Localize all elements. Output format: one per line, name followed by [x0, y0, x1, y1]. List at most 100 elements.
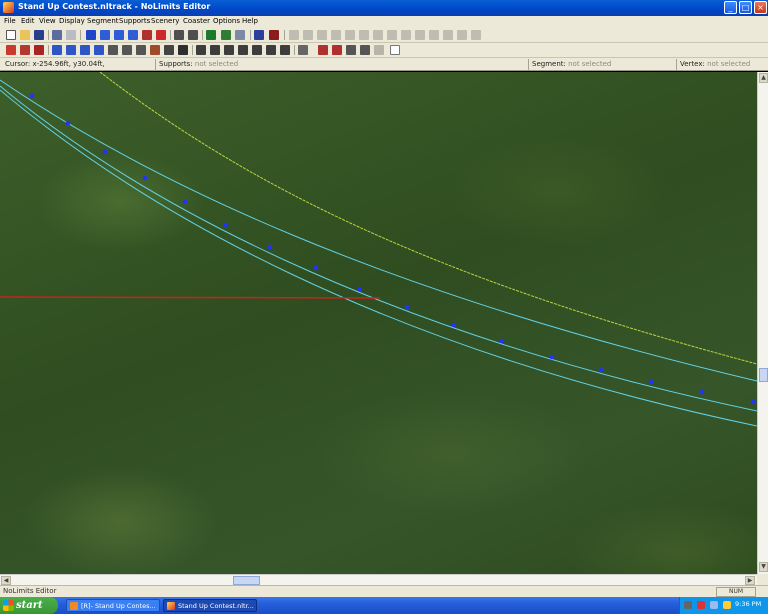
- support-beam-icon[interactable]: [210, 45, 220, 55]
- view-3d-icon[interactable]: [235, 30, 245, 40]
- roll-icon[interactable]: [108, 45, 118, 55]
- clock[interactable]: 9:36 PM: [735, 600, 761, 608]
- track-node[interactable]: [549, 354, 555, 360]
- menu-view[interactable]: View: [39, 17, 56, 25]
- tool-g-icon[interactable]: [390, 45, 400, 55]
- curve-track-icon[interactable]: [100, 30, 110, 40]
- menu-scenery[interactable]: Scenery: [151, 17, 179, 25]
- tool-d-icon[interactable]: [346, 45, 356, 55]
- support-tool-8-icon[interactable]: [387, 30, 397, 40]
- support-tool-11-icon[interactable]: [429, 30, 439, 40]
- support-tool-9-icon[interactable]: [401, 30, 411, 40]
- network-icon[interactable]: [723, 601, 731, 609]
- support-tool-4-icon[interactable]: [331, 30, 341, 40]
- scroll-up-icon[interactable]: ▲: [759, 73, 768, 83]
- track-node[interactable]: [29, 93, 35, 99]
- vertical-scroll-thumb[interactable]: [759, 368, 768, 382]
- menu-segment[interactable]: Segment: [87, 17, 119, 25]
- taskbar-item-browser[interactable]: [R]- Stand Up Contes...: [66, 599, 160, 612]
- track-node[interactable]: [404, 304, 410, 310]
- vertex-icon[interactable]: [150, 45, 160, 55]
- open-folder-icon[interactable]: [20, 30, 30, 40]
- support-rail-icon[interactable]: [280, 45, 290, 55]
- segment-edit-3-icon[interactable]: [80, 45, 90, 55]
- track-node[interactable]: [648, 379, 654, 385]
- volume-icon[interactable]: [710, 601, 718, 609]
- menu-edit[interactable]: Edit: [21, 17, 35, 25]
- redo-icon[interactable]: [66, 30, 76, 40]
- track-node[interactable]: [65, 120, 71, 126]
- segment-edit-1-icon[interactable]: [52, 45, 62, 55]
- track-node[interactable]: [313, 265, 319, 271]
- track-node[interactable]: [223, 222, 229, 228]
- segment-edit-2-icon[interactable]: [66, 45, 76, 55]
- title-bar[interactable]: Stand Up Contest.nltrack - NoLimits Edit…: [0, 0, 768, 16]
- tray-icon[interactable]: [684, 601, 692, 609]
- join-icon[interactable]: [188, 30, 198, 40]
- pitch-icon[interactable]: [122, 45, 132, 55]
- support-connect-icon[interactable]: [238, 45, 248, 55]
- segment-edit-4-icon[interactable]: [94, 45, 104, 55]
- station-icon[interactable]: [142, 30, 152, 40]
- valley-track-icon[interactable]: [114, 30, 124, 40]
- hill-track-icon[interactable]: [128, 30, 138, 40]
- save-disk-icon[interactable]: [34, 30, 44, 40]
- track-node[interactable]: [750, 399, 756, 405]
- track-node[interactable]: [357, 286, 363, 292]
- grid-icon[interactable]: [221, 30, 231, 40]
- menu-options[interactable]: Options: [213, 17, 240, 25]
- scroll-left-icon[interactable]: ◀: [1, 576, 11, 585]
- support-tool-5-icon[interactable]: [345, 30, 355, 40]
- tool-f-icon[interactable]: [374, 45, 384, 55]
- scissors-icon[interactable]: [178, 45, 188, 55]
- track-view[interactable]: [0, 72, 757, 574]
- brake-icon[interactable]: [20, 45, 30, 55]
- maximize-button[interactable]: □: [739, 1, 752, 14]
- coaster-car-icon[interactable]: [6, 45, 16, 55]
- vertical-scrollbar[interactable]: ▲ ▼: [757, 72, 768, 574]
- track-node[interactable]: [499, 338, 505, 344]
- track-node[interactable]: [102, 149, 108, 155]
- menu-help[interactable]: Help: [242, 17, 258, 25]
- support-tool-7-icon[interactable]: [373, 30, 383, 40]
- menu-display[interactable]: Display: [59, 17, 85, 25]
- menu-file[interactable]: File: [4, 17, 16, 25]
- tool-b-icon[interactable]: [318, 45, 328, 55]
- track-node[interactable]: [451, 322, 457, 328]
- scroll-down-icon[interactable]: ▼: [759, 562, 768, 572]
- support-tool-10-icon[interactable]: [415, 30, 425, 40]
- track-node[interactable]: [699, 389, 705, 395]
- split-icon[interactable]: [174, 30, 184, 40]
- play-test-icon[interactable]: [269, 30, 279, 40]
- support-free-icon[interactable]: [252, 45, 262, 55]
- tool-e-icon[interactable]: [360, 45, 370, 55]
- tool-a-icon[interactable]: [298, 45, 308, 55]
- support-tool-1-icon[interactable]: [289, 30, 299, 40]
- start-button[interactable]: start: [0, 597, 58, 614]
- support-footer-icon[interactable]: [224, 45, 234, 55]
- support-tool-12-icon[interactable]: [443, 30, 453, 40]
- track-node[interactable]: [598, 367, 604, 373]
- undo-icon[interactable]: [52, 30, 62, 40]
- new-file-icon[interactable]: [6, 30, 16, 40]
- measure-icon[interactable]: [164, 45, 174, 55]
- support-post-icon[interactable]: [196, 45, 206, 55]
- close-button[interactable]: ×: [754, 1, 767, 14]
- straight-track-icon[interactable]: [86, 30, 96, 40]
- terrain-icon[interactable]: [206, 30, 216, 40]
- tool-c-icon[interactable]: [332, 45, 342, 55]
- support-tool-13-icon[interactable]: [457, 30, 467, 40]
- track-node[interactable]: [142, 175, 148, 181]
- minimize-button[interactable]: _: [724, 1, 737, 14]
- delete-segment-icon[interactable]: [156, 30, 166, 40]
- support-tool-14-icon[interactable]: [471, 30, 481, 40]
- horizontal-scroll-thumb[interactable]: [233, 576, 260, 585]
- coaster-train-icon[interactable]: [254, 30, 264, 40]
- menu-supports[interactable]: Supports: [119, 17, 150, 25]
- support-tool-6-icon[interactable]: [359, 30, 369, 40]
- support-tool-3-icon[interactable]: [317, 30, 327, 40]
- scroll-right-icon[interactable]: ▶: [745, 576, 755, 585]
- lift-icon[interactable]: [34, 45, 44, 55]
- taskbar-item-editor[interactable]: Stand Up Contest.nltr...: [163, 599, 257, 612]
- track-node[interactable]: [267, 244, 273, 250]
